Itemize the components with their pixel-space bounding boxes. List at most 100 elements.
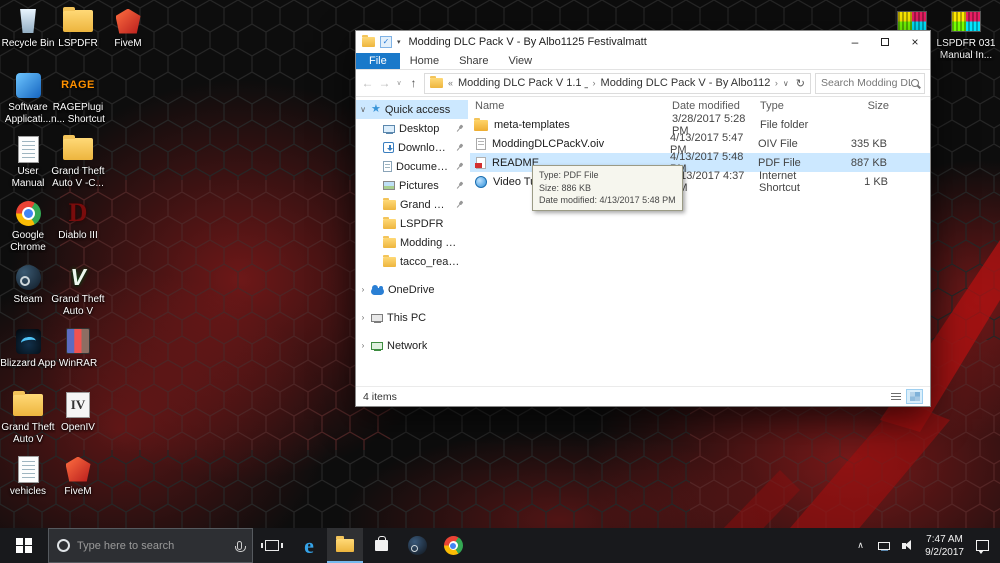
desktop-icon-column-2: LSPDFR RAGE RAGEPlugin... Shortcut Grand… — [50, 4, 106, 516]
back-button[interactable]: ← — [361, 76, 374, 90]
thumbnails-view-button[interactable] — [906, 389, 923, 404]
breadcrumb-segment-current[interactable]: Modding DLC Pack V - By Albo1125 Festiva… — [601, 77, 770, 89]
chevron-right-icon[interactable]: › — [593, 78, 596, 88]
fivem-icon — [115, 8, 141, 34]
desktop-icon-label: vehicles — [9, 486, 47, 497]
desktop-icon-fivem[interactable]: FiveM — [100, 4, 156, 68]
column-header-date-modified[interactable]: Date modified — [672, 100, 760, 112]
task-view-icon — [261, 540, 283, 551]
sidebar-item-tacco-readme[interactable]: tacco_readme — [356, 252, 468, 271]
folder-icon — [383, 235, 396, 248]
pin-icon — [453, 198, 465, 210]
column-header-size[interactable]: Size — [840, 100, 895, 112]
taskbar-edge[interactable]: e — [291, 528, 327, 563]
desktop-icon-software-application[interactable]: Software Applicati... — [0, 68, 56, 132]
volume-tray-button[interactable] — [895, 528, 918, 563]
desktop-icon-gtav-folder[interactable]: Grand Theft Auto V — [0, 388, 56, 452]
desktop-icon-vehicles[interactable]: vehicles — [0, 452, 56, 516]
chevron-right-icon[interactable]: › — [359, 341, 367, 350]
pin-icon — [453, 179, 465, 191]
desktop-icon-label: User Manual — [11, 166, 45, 189]
sidebar-item-onedrive[interactable]: › OneDrive — [356, 280, 468, 299]
taskbar-chrome[interactable] — [435, 528, 471, 563]
sidebar-item-downloads[interactable]: Downloads — [356, 138, 468, 157]
desktop-icon-lspdfr-manual[interactable]: LSPDFR 031 Manual In... — [936, 4, 996, 68]
desktop-icon-google-chrome[interactable]: Google Chrome — [0, 196, 56, 260]
sidebar-item-modding-dlc-pack[interactable]: Modding DLC Pack V — [356, 233, 468, 252]
breadcrumb-overflow-icon[interactable]: « — [448, 78, 453, 88]
tab-file[interactable]: File — [356, 53, 400, 69]
up-button[interactable]: ↑ — [407, 76, 420, 90]
desktop-icon-gtav-copy-folder[interactable]: Grand Theft Auto V -C... — [50, 132, 106, 196]
taskbar-clock[interactable]: 7:47 AM 9/2/2017 — [918, 533, 971, 559]
desktop-icon-label: Recycle Bin — [1, 38, 55, 49]
address-dropdown-icon[interactable]: ∨ — [783, 79, 789, 88]
taskbar-search-box[interactable] — [48, 528, 253, 563]
desktop-icon-gtav-game[interactable]: V Grand Theft Auto V — [50, 260, 106, 324]
quick-access-toolbar-caret-icon[interactable]: ▾ — [397, 38, 401, 46]
start-button[interactable] — [0, 528, 48, 563]
desktop-icon-diablo-3[interactable]: D Diablo III — [50, 196, 106, 260]
sidebar-item-documents[interactable]: Documents — [356, 157, 468, 176]
winrar-icon — [66, 328, 90, 354]
network-tray-button[interactable] — [872, 528, 895, 563]
taskbar-store[interactable] — [363, 528, 399, 563]
search-box[interactable] — [815, 72, 925, 94]
fivem-icon — [65, 456, 91, 482]
chevron-up-icon: ∧ — [857, 540, 864, 550]
sidebar-item-gtav[interactable]: Grand Theft Auto V — [356, 195, 468, 214]
chevron-right-icon[interactable]: › — [359, 285, 367, 294]
quick-access-toolbar-properties-icon[interactable]: ✓ — [380, 36, 392, 48]
sidebar-item-quick-access[interactable]: ∨ ★ Quick access — [356, 100, 468, 119]
desktop-icon-winrar[interactable]: WinRAR — [50, 324, 106, 388]
desktop-icon-steam[interactable]: Steam — [0, 260, 56, 324]
desktop-icon-column-3: FiveM — [100, 4, 156, 68]
breadcrumb[interactable]: « Modding DLC Pack V 1.1 _ By Albo... › … — [424, 72, 811, 94]
task-view-button[interactable] — [253, 528, 291, 563]
tray-overflow-button[interactable]: ∧ — [849, 528, 872, 563]
recent-locations-dropdown-icon[interactable]: ∨ — [395, 79, 403, 87]
tab-share[interactable]: Share — [449, 53, 498, 69]
clock-date: 9/2/2017 — [925, 546, 964, 558]
title-bar[interactable]: ✓ ▾ Modding DLC Pack V - By Albo1125 Fes… — [356, 31, 930, 53]
maximize-button[interactable] — [870, 31, 900, 53]
taskbar-steam[interactable] — [399, 528, 435, 563]
microphone-icon[interactable] — [235, 541, 246, 552]
microsoft-store-icon — [374, 536, 388, 551]
tab-home[interactable]: Home — [400, 53, 449, 69]
desktop-icon-lspdfr[interactable]: LSPDFR — [50, 4, 106, 68]
desktop-icon-openiv[interactable]: IV OpenIV — [50, 388, 106, 452]
breadcrumb-segment-parent[interactable]: Modding DLC Pack V 1.1 _ By Albo... — [458, 77, 588, 89]
forward-button[interactable]: → — [378, 76, 391, 90]
minimize-button[interactable]: – — [840, 31, 870, 53]
column-header-type[interactable]: Type — [760, 100, 840, 112]
sidebar-item-desktop[interactable]: Desktop — [356, 119, 468, 138]
taskbar-file-explorer[interactable] — [327, 528, 363, 563]
desktop-icon-fivem-2[interactable]: FiveM — [50, 452, 106, 516]
pictures-icon — [383, 181, 395, 190]
window-title: Modding DLC Pack V - By Albo1125 Festiva… — [408, 36, 647, 48]
desktop-icon-user-manual[interactable]: User Manual — [0, 132, 56, 196]
desktop-icon-rageplugin-shortcut[interactable]: RAGE RAGEPlugin... Shortcut — [50, 68, 106, 132]
sidebar-item-lspdfr[interactable]: LSPDFR — [356, 214, 468, 233]
taskbar-search-input[interactable] — [77, 539, 230, 552]
pin-icon — [453, 122, 465, 134]
chevron-right-icon[interactable]: › — [775, 78, 778, 88]
search-input[interactable] — [821, 77, 911, 89]
sidebar-item-network[interactable]: › Network — [356, 336, 468, 355]
refresh-icon[interactable]: ↻ — [796, 77, 805, 90]
tab-view[interactable]: View — [498, 53, 542, 69]
sidebar-item-pictures[interactable]: Pictures — [356, 176, 468, 195]
action-center-button[interactable] — [971, 528, 994, 563]
desktop-icon-blizzard-app[interactable]: Blizzard App — [0, 324, 56, 388]
desktop-icon-column-1: Recycle Bin Software Applicati... User M… — [0, 4, 56, 516]
chevron-down-icon[interactable]: ∨ — [359, 105, 367, 114]
column-header-name[interactable]: Name — [470, 100, 672, 112]
desktop-icon-recycle-bin[interactable]: Recycle Bin — [0, 4, 56, 68]
chevron-right-icon[interactable]: › — [359, 313, 367, 322]
folder-icon — [383, 197, 396, 210]
network-icon — [877, 541, 890, 551]
details-view-button[interactable] — [887, 389, 904, 404]
close-button[interactable]: × — [900, 31, 930, 53]
sidebar-item-this-pc[interactable]: › This PC — [356, 308, 468, 327]
